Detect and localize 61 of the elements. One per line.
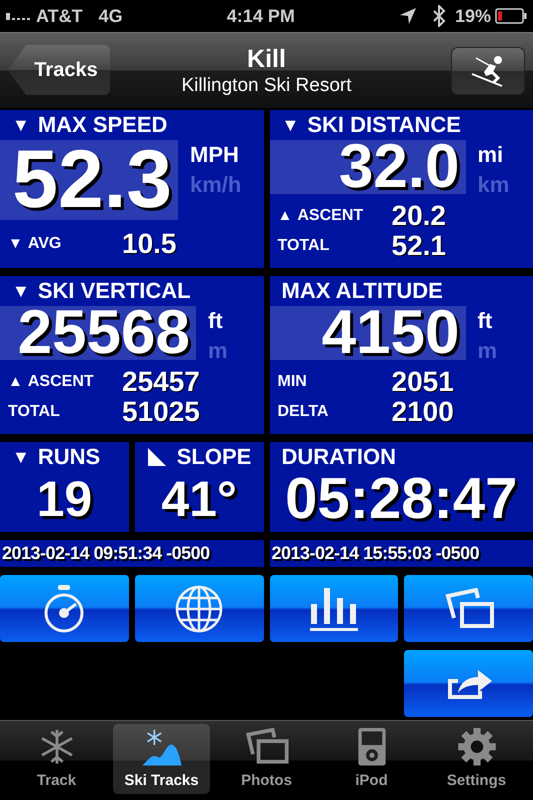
triangle-icon: ▲: [278, 204, 292, 228]
unit-option[interactable]: ft: [208, 306, 228, 336]
bluetooth-icon: [430, 5, 447, 27]
bar-chart-button[interactable]: [270, 575, 398, 642]
tile-label: RUNS: [38, 443, 100, 471]
stat-label: ASCENT: [297, 206, 364, 226]
tile-label: SLOPE: [176, 443, 252, 471]
stat-value: 10.5: [122, 227, 176, 261]
stat-label: AVG: [28, 234, 62, 254]
tab-bar-item[interactable]: iPod: [323, 724, 420, 794]
battery-percent: 19%: [454, 4, 491, 28]
triangle-icon: ▲: [8, 370, 23, 394]
unit-option[interactable]: ft: [478, 306, 498, 336]
metric-value: 52.3: [12, 139, 172, 221]
nav-subtitle: Killington Ski Resort: [181, 74, 352, 98]
photos-icon: [244, 728, 290, 766]
metric-value: 41°: [161, 472, 237, 526]
triangle-icon: ▼: [8, 232, 23, 256]
battery-icon: [495, 8, 527, 24]
share-button[interactable]: [404, 650, 533, 717]
metric-value: 32.0: [338, 136, 460, 198]
stat-label: ASCENT: [28, 372, 94, 392]
location-icon: [398, 7, 417, 25]
tile-label: SKI DISTANCE: [307, 111, 461, 139]
network-label: 4G: [98, 4, 123, 28]
nav-title: Kill: [247, 44, 286, 74]
stat-label: TOTAL: [278, 236, 330, 256]
stat-label: TOTAL: [8, 402, 60, 422]
carrier-label: AT&T: [36, 4, 83, 28]
unit-option[interactable]: MPH: [190, 140, 242, 170]
down-triangle-icon: ▼: [282, 110, 300, 140]
tab-bar-item[interactable]: Photos: [218, 724, 315, 794]
tab-bar-item[interactable]: Track: [8, 724, 105, 794]
globe-button[interactable]: [134, 575, 264, 642]
tile-label: MAX SPEED: [38, 111, 168, 139]
slope-icon: [146, 447, 167, 467]
signal-icon: [6, 11, 32, 21]
music-player-icon: [356, 728, 388, 766]
stat-label: DELTA: [278, 402, 328, 422]
tile-label: SKI VERTICAL: [38, 277, 191, 305]
photos-icon: [444, 588, 494, 630]
back-button[interactable]: Tracks: [8, 45, 110, 95]
timestamp: 2013-02-14 15:55:03 -0500: [270, 540, 533, 567]
settings-icon: [456, 728, 498, 766]
tab-bar-item[interactable]: Settings: [428, 724, 525, 794]
stopwatch-icon: [42, 584, 86, 634]
timestamp: 2013-02-14 09:51:34 -0500: [0, 540, 264, 567]
stopwatch-button[interactable]: [0, 575, 129, 642]
skier-button[interactable]: [451, 47, 525, 95]
tab-bar-item[interactable]: Ski Tracks: [113, 724, 210, 794]
unit-option[interactable]: mi: [478, 140, 510, 170]
metric-value: 4150: [322, 302, 460, 364]
metric-value: 19: [36, 472, 92, 526]
bar-chart-icon: [310, 586, 358, 632]
globe-icon: [174, 584, 224, 634]
tile-label: MAX ALTITUDE: [282, 277, 443, 305]
photos-button[interactable]: [404, 575, 533, 642]
stat-label: MIN: [278, 372, 307, 392]
clock-time: 4:14 PM: [226, 6, 295, 26]
down-triangle-icon: ▼: [12, 110, 30, 140]
down-triangle-icon: ▼: [12, 442, 30, 472]
